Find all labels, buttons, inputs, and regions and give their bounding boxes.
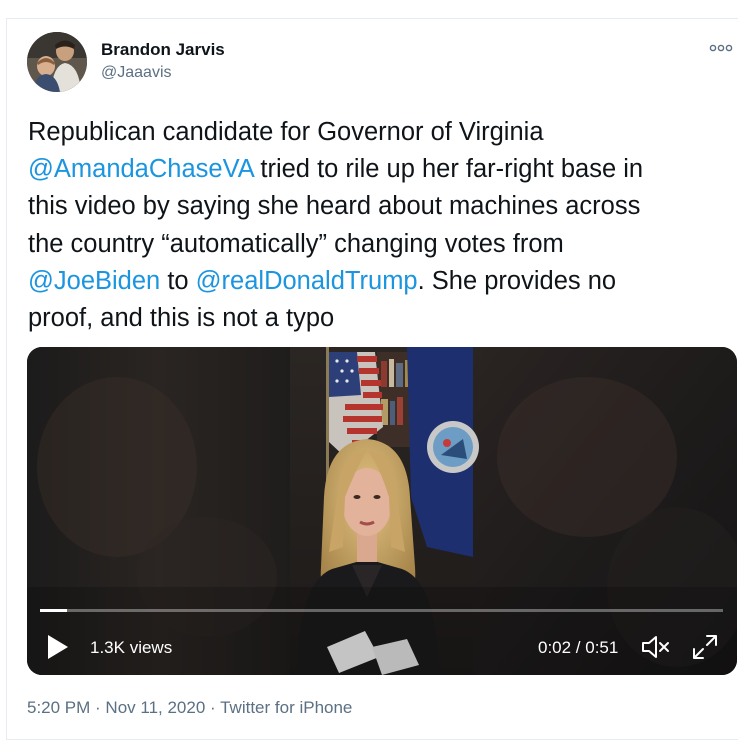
author-name[interactable]: Brandon Jarvis	[101, 40, 225, 60]
tweet-source[interactable]: Twitter for iPhone	[220, 698, 352, 717]
mention-link[interactable]: @AmandaChaseVA	[28, 155, 253, 183]
tweet-text-line: proof, and this is not a typo	[28, 300, 728, 337]
tweet-text-line: this video by saying she heard about mac…	[28, 188, 728, 225]
tweet-text-line: the country “automatically” changing vot…	[28, 226, 728, 263]
meta-separator: ·	[205, 698, 221, 717]
fullscreen-icon[interactable]	[691, 633, 719, 661]
meta-separator: ·	[90, 698, 106, 717]
video-time: 0:02 / 0:51	[538, 638, 619, 657]
tweet-text: Republican candidate for Governor of Vir…	[28, 114, 728, 337]
avatar-image	[27, 32, 87, 92]
tweet-text-segment: the country “automatically” changing vot…	[28, 229, 564, 258]
video-player[interactable]: 1.3K views 0:02 / 0:51	[27, 347, 737, 675]
more-horizontal-icon[interactable]	[708, 38, 734, 58]
volume-muted-icon[interactable]	[640, 633, 672, 661]
tweet-text-line: @AmandaChaseVA tried to rile up her far-…	[28, 151, 728, 188]
mention-link[interactable]: @JoeBiden	[28, 267, 160, 295]
video-progress-bar[interactable]	[40, 609, 723, 612]
tweet-text-segment: this video by saying she heard about mac…	[28, 192, 641, 221]
tweet-date[interactable]: Nov 11, 2020	[105, 698, 205, 717]
video-frame	[27, 347, 737, 675]
avatar[interactable]	[27, 32, 87, 92]
tweet-meta: 5:20 PM · Nov 11, 2020 · Twitter for iPh…	[27, 698, 352, 718]
play-icon[interactable]	[44, 632, 72, 662]
tweet-text-segment: tried to rile up her far-right base in	[253, 155, 644, 184]
video-progress-fill	[40, 609, 67, 612]
tweet-text-segment: Republican candidate for Governor of Vir…	[28, 118, 544, 146]
author-handle[interactable]: @Jaaavis	[101, 64, 172, 82]
tweet-time[interactable]: 5:20 PM	[27, 698, 90, 717]
tweet-text-line: @JoeBiden to @realDonaldTrump. She provi…	[28, 263, 728, 300]
mention-link[interactable]: @realDonaldTrump	[196, 267, 418, 295]
tweet-text-segment: . She provides no	[417, 266, 617, 295]
tweet-text-segment: to	[160, 266, 196, 295]
tweet-text-line: Republican candidate for Governor of Vir…	[28, 114, 728, 151]
video-views: 1.3K views	[90, 638, 173, 657]
tweet-text-segment: proof, and this is not a typo	[28, 304, 335, 333]
